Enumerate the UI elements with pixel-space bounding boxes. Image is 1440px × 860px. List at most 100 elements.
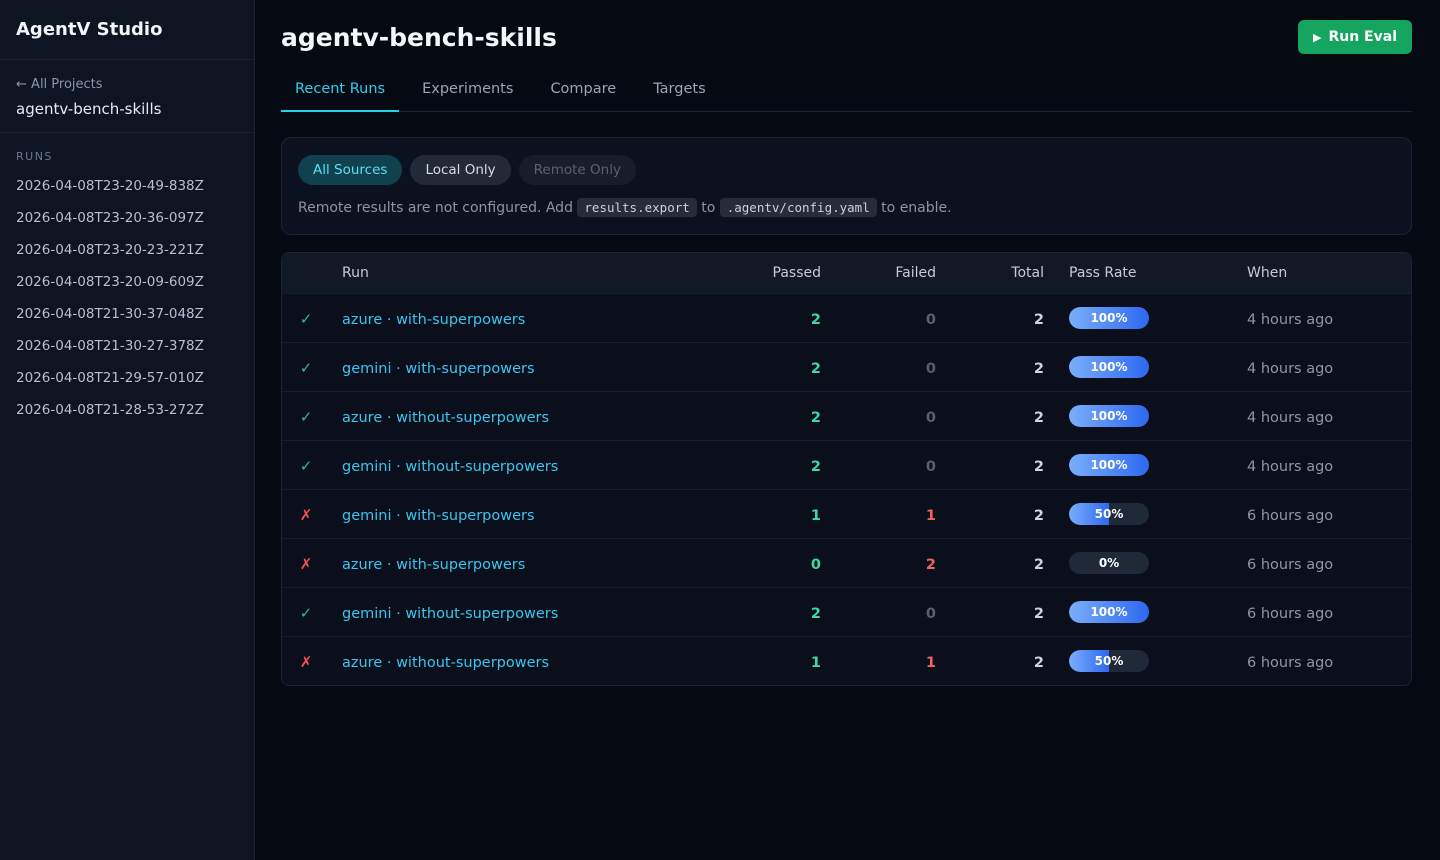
run-link[interactable]: azure · without-superpowers bbox=[342, 655, 549, 671]
passed-cell: 2 bbox=[711, 407, 821, 426]
failed-cell: 0 bbox=[821, 456, 936, 475]
passed-count: 0 bbox=[811, 557, 821, 573]
sidebar-run-item[interactable]: 2026-04-08T21-29-57-010Z bbox=[0, 362, 254, 394]
table-row[interactable]: ✓ gemini · without-superpowers 2 0 2 100… bbox=[282, 440, 1411, 489]
total-cell: 2 bbox=[936, 407, 1044, 426]
table-row[interactable]: ✓ gemini · without-superpowers 2 0 2 100… bbox=[282, 587, 1411, 636]
source-filter-chip[interactable]: Remote Only bbox=[519, 155, 636, 185]
failed-count: 0 bbox=[926, 410, 936, 426]
when-text: 6 hours ago bbox=[1247, 557, 1333, 573]
source-filter-chip[interactable]: Local Only bbox=[410, 155, 510, 185]
status-icon: ✗ bbox=[300, 555, 313, 573]
run-link[interactable]: gemini · without-superpowers bbox=[342, 459, 558, 475]
status-icon: ✗ bbox=[300, 653, 313, 671]
notice-middle: to bbox=[697, 200, 720, 216]
pass-rate-cell: 50% bbox=[1044, 650, 1229, 672]
total-cell: 2 bbox=[936, 652, 1044, 671]
run-link[interactable]: azure · with-superpowers bbox=[342, 557, 525, 573]
tab[interactable]: Experiments bbox=[408, 81, 527, 112]
when-text: 6 hours ago bbox=[1247, 508, 1333, 524]
run-link[interactable]: gemini · with-superpowers bbox=[342, 508, 535, 524]
table-row[interactable]: ✓ azure · without-superpowers 2 0 2 100%… bbox=[282, 391, 1411, 440]
total-count: 2 bbox=[1034, 508, 1044, 524]
status-cell: ✓ bbox=[282, 603, 330, 622]
failed-count: 0 bbox=[926, 606, 936, 622]
passed-count: 2 bbox=[811, 459, 821, 475]
run-link[interactable]: azure · with-superpowers bbox=[342, 312, 525, 328]
app-title: AgentV Studio bbox=[0, 0, 254, 60]
notice-code-config-yaml: .agentv/config.yaml bbox=[720, 198, 877, 217]
sidebar-run-item[interactable]: 2026-04-08T23-20-49-838Z bbox=[0, 170, 254, 202]
status-cell: ✓ bbox=[282, 456, 330, 475]
pass-rate-cell: 100% bbox=[1044, 454, 1229, 476]
run-cell: gemini · without-superpowers bbox=[330, 456, 711, 475]
total-cell: 2 bbox=[936, 603, 1044, 622]
tab[interactable]: Targets bbox=[639, 81, 719, 112]
total-count: 2 bbox=[1034, 655, 1044, 671]
recent-runs-table: Run Passed Failed Total Pass Rate When ✓… bbox=[281, 252, 1412, 686]
run-cell: gemini · with-superpowers bbox=[330, 505, 711, 524]
sidebar-run-item[interactable]: 2026-04-08T23-20-36-097Z bbox=[0, 202, 254, 234]
tab[interactable]: Recent Runs bbox=[281, 81, 399, 112]
sidebar-run-item[interactable]: 2026-04-08T23-20-09-609Z bbox=[0, 266, 254, 298]
status-cell: ✗ bbox=[282, 652, 330, 671]
table-row[interactable]: ✗ gemini · with-superpowers 1 1 2 50% 6 … bbox=[282, 489, 1411, 538]
project-block: ← All Projects agentv-bench-skills bbox=[0, 60, 254, 133]
notice-suffix: to enable. bbox=[877, 200, 952, 216]
sidebar-run-item[interactable]: 2026-04-08T21-28-53-272Z bbox=[0, 394, 254, 426]
run-link[interactable]: gemini · with-superpowers bbox=[342, 361, 535, 377]
column-when: When bbox=[1229, 265, 1411, 281]
failed-count: 0 bbox=[926, 361, 936, 377]
table-row[interactable]: ✓ gemini · with-superpowers 2 0 2 100% 4… bbox=[282, 342, 1411, 391]
page-header: agentv-bench-skills ▶Run Eval bbox=[281, 20, 1412, 54]
total-count: 2 bbox=[1034, 459, 1044, 475]
passed-count: 2 bbox=[811, 361, 821, 377]
total-cell: 2 bbox=[936, 358, 1044, 377]
when-cell: 4 hours ago bbox=[1229, 309, 1411, 328]
column-total: Total bbox=[936, 265, 1044, 281]
pass-rate-label: 100% bbox=[1069, 307, 1149, 329]
total-cell: 2 bbox=[936, 505, 1044, 524]
run-link[interactable]: gemini · without-superpowers bbox=[342, 606, 558, 622]
column-failed: Failed bbox=[821, 265, 936, 281]
failed-cell: 1 bbox=[821, 652, 936, 671]
when-text: 6 hours ago bbox=[1247, 606, 1333, 622]
back-to-all-projects-link[interactable]: ← All Projects bbox=[16, 77, 103, 92]
pass-rate-pill: 50% bbox=[1069, 650, 1149, 672]
when-cell: 6 hours ago bbox=[1229, 652, 1411, 671]
passed-cell: 0 bbox=[711, 554, 821, 573]
project-name: agentv-bench-skills bbox=[16, 100, 238, 118]
sidebar-run-item[interactable]: 2026-04-08T21-30-27-378Z bbox=[0, 330, 254, 362]
passed-count: 2 bbox=[811, 606, 821, 622]
failed-cell: 0 bbox=[821, 603, 936, 622]
pass-rate-cell: 100% bbox=[1044, 307, 1229, 329]
when-cell: 6 hours ago bbox=[1229, 554, 1411, 573]
table-row[interactable]: ✗ azure · with-superpowers 0 2 2 0% 6 ho… bbox=[282, 538, 1411, 587]
run-eval-button[interactable]: ▶Run Eval bbox=[1298, 20, 1412, 54]
failed-cell: 1 bbox=[821, 505, 936, 524]
status-cell: ✓ bbox=[282, 407, 330, 426]
passed-count: 1 bbox=[811, 655, 821, 671]
failed-count: 2 bbox=[926, 557, 936, 573]
sidebar-run-item[interactable]: 2026-04-08T21-30-37-048Z bbox=[0, 298, 254, 330]
source-filter-panel: All Sources Local Only Remote Only Remot… bbox=[281, 137, 1412, 235]
run-cell: gemini · with-superpowers bbox=[330, 358, 711, 377]
run-link[interactable]: azure · without-superpowers bbox=[342, 410, 549, 426]
status-icon: ✓ bbox=[300, 604, 313, 622]
source-filter-chip[interactable]: All Sources bbox=[298, 155, 402, 185]
table-row[interactable]: ✗ azure · without-superpowers 1 1 2 50% … bbox=[282, 636, 1411, 685]
pass-rate-label: 100% bbox=[1069, 454, 1149, 476]
column-passed: Passed bbox=[711, 265, 821, 281]
tab[interactable]: Compare bbox=[536, 81, 630, 112]
sidebar: AgentV Studio ← All Projects agentv-benc… bbox=[0, 0, 255, 860]
pass-rate-label: 100% bbox=[1069, 405, 1149, 427]
failed-count: 1 bbox=[926, 508, 936, 524]
total-count: 2 bbox=[1034, 557, 1044, 573]
failed-cell: 0 bbox=[821, 358, 936, 377]
passed-cell: 1 bbox=[711, 652, 821, 671]
sidebar-run-item[interactable]: 2026-04-08T23-20-23-221Z bbox=[0, 234, 254, 266]
source-filter-chips: All Sources Local Only Remote Only bbox=[298, 155, 1395, 185]
back-arrow-icon: ← bbox=[16, 77, 27, 92]
run-eval-label: Run Eval bbox=[1328, 29, 1397, 45]
table-row[interactable]: ✓ azure · with-superpowers 2 0 2 100% 4 … bbox=[282, 293, 1411, 342]
